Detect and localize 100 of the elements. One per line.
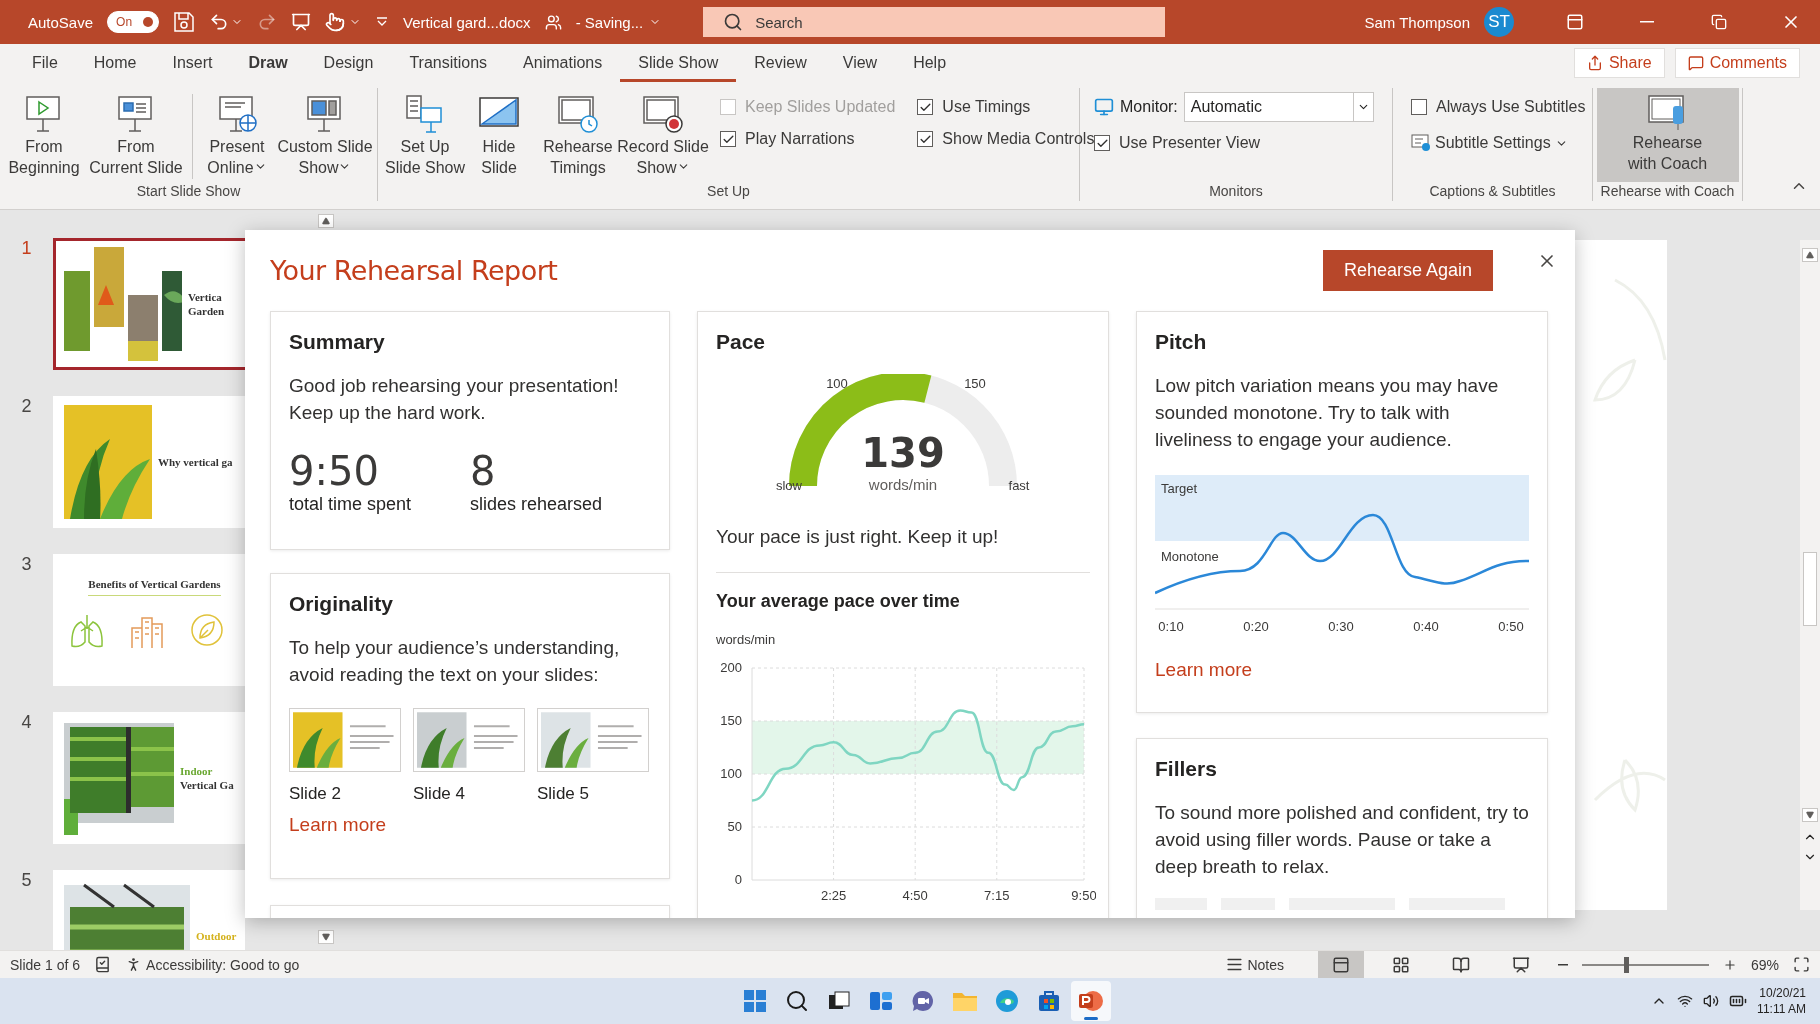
slide-number: 2 [20, 396, 33, 417]
dialog-title: Your Rehearsal Report [270, 255, 559, 286]
slide-thumbnail[interactable]: Indoor Vertical Ga [53, 712, 245, 844]
ribbon-button[interactable]: Hide Slide [472, 88, 526, 182]
wifi-icon[interactable] [1677, 993, 1694, 1009]
slide-title: Vertica [188, 290, 223, 304]
ribbon-tab[interactable]: Insert [154, 44, 231, 82]
slides-app-icon[interactable] [1077, 988, 1104, 1014]
ribbon-button[interactable]: From Current Slide [88, 88, 184, 182]
chat-icon[interactable] [910, 989, 935, 1013]
ribbon-button[interactable]: Set Up Slide Show [382, 88, 468, 182]
learn-more-link[interactable]: Learn more [1155, 659, 1253, 681]
ribbon-button[interactable]: Custom Slide Show [276, 88, 373, 182]
rehearse-with-coach-button[interactable]: Rehearse with Coach [1596, 88, 1739, 182]
slide-thumbnail[interactable]: Benefits of Vertical Gardens [53, 554, 245, 686]
zoom-in-icon[interactable] [1722, 957, 1737, 972]
slide-thumbnail[interactable]: Vertica Garden [53, 238, 245, 370]
monitor-dropdown[interactable]: Automatic [1183, 92, 1374, 122]
triangle-down-icon [322, 933, 330, 941]
share-button[interactable]: Share [1573, 48, 1665, 78]
tick-label: 0:40 [1413, 619, 1439, 634]
user-avatar[interactable]: ST [1484, 7, 1514, 37]
learn-more-link[interactable]: Learn more [289, 814, 387, 836]
ribbon-tab[interactable]: Home [75, 44, 155, 82]
gauge-label: 100 [826, 376, 848, 391]
notes-button[interactable]: Notes [1226, 956, 1284, 973]
ribbon-tab[interactable]: File [14, 44, 76, 82]
tick-label: 200 [720, 660, 742, 675]
stat-value: 9:50 [289, 448, 380, 494]
band-label: Target [1161, 481, 1198, 496]
triangle-up-icon [322, 217, 330, 225]
fillers-message: To sound more polished and confident, try to avoid using filler words. Pause or take a deep breath to relax. [1155, 801, 1529, 879]
subtitle-settings-button[interactable]: Subtitle Settings [1411, 134, 1568, 152]
tick-label: 7:15 [984, 888, 1010, 903]
checkbox[interactable]: Use Presenter View [1094, 134, 1261, 152]
ribbon-tab[interactable]: Transitions [391, 44, 506, 82]
tick-label: 0:30 [1328, 619, 1354, 634]
ribbon-tab[interactable]: Review [736, 44, 825, 82]
scroll-up-button[interactable] [1802, 248, 1818, 262]
tick-label: 0:10 [1158, 619, 1184, 634]
ribbon-button[interactable]: From Beginning [4, 88, 84, 182]
ribbon-tab[interactable]: View [824, 44, 896, 82]
slide-title: Indoor [180, 764, 214, 778]
scroll-up-button[interactable] [318, 214, 334, 228]
browser-icon[interactable] [994, 989, 1019, 1013]
group-label: Monitors [1208, 183, 1264, 201]
ribbon-tab[interactable]: Draw [230, 44, 306, 82]
rehearse-again-button[interactable]: Rehearse Again [1322, 250, 1493, 291]
slide-thumbnail[interactable] [289, 708, 401, 772]
ribbon-tab[interactable]: Animations [505, 44, 621, 82]
gauge-label: fast [1008, 478, 1030, 493]
group-label: Start Slide Show [135, 183, 242, 201]
start-icon[interactable] [742, 989, 767, 1013]
chart-title: Your average pace over time [716, 591, 961, 612]
band-label: Monotone [1161, 549, 1219, 564]
volume-icon[interactable] [1703, 993, 1720, 1009]
tick-label: 150 [720, 713, 742, 728]
slide-thumbnail[interactable]: Why vertical ga [53, 396, 245, 528]
ribbon-button[interactable]: Present Online [200, 88, 273, 182]
ribbon-tab[interactable]: Design [305, 44, 392, 82]
search-icon[interactable] [784, 989, 809, 1013]
comments-button[interactable]: Comments [1674, 48, 1800, 78]
slide-number: 4 [20, 712, 33, 733]
monitor-icon [1094, 97, 1114, 117]
fit-slide-icon[interactable] [1793, 956, 1810, 973]
presentation-icon[interactable] [291, 12, 312, 32]
slide-title: Garden [188, 304, 225, 318]
card-title: Summary [289, 330, 386, 354]
clock-date: 10/20/21 [1759, 985, 1806, 1001]
checkbox[interactable]: Play Narrations [720, 130, 896, 148]
ribbon-button[interactable]: Rehearse Timings [542, 88, 614, 182]
slide-thumbnail[interactable] [413, 708, 525, 772]
accessibility-status[interactable]: Accessibility: Good to go [146, 956, 300, 973]
checkbox[interactable]: Use Timings [917, 98, 1095, 116]
touch-icon[interactable] [325, 12, 346, 32]
file-name: Vertical gard...docx [403, 13, 531, 31]
view-button[interactable] [1317, 950, 1364, 979]
slide-title: Vertical Ga [180, 778, 234, 792]
save-icon[interactable] [173, 11, 196, 33]
zoom-out-icon[interactable] [1557, 963, 1568, 966]
slide-thumbnail[interactable] [537, 708, 649, 772]
stat-label: total time spent [289, 494, 413, 515]
scroll-down-button[interactable] [1802, 808, 1818, 822]
autosave-toggle[interactable]: On [107, 11, 160, 33]
user-name: Sam Thompson [1364, 13, 1470, 31]
zoom-level: 69% [1750, 956, 1779, 973]
slide-position: Slide 1 of 6 [10, 956, 81, 973]
search-field[interactable]: Search [703, 7, 1166, 37]
scroll-down-button[interactable] [318, 930, 334, 944]
spelling-icon[interactable] [94, 956, 112, 973]
widgets-icon[interactable] [868, 989, 893, 1013]
scroll-thumb[interactable] [1803, 552, 1817, 626]
ribbon-tab[interactable]: Help [895, 44, 965, 82]
store-icon[interactable] [1036, 989, 1061, 1013]
checkbox[interactable]: Show Media Controls [917, 130, 1095, 148]
ribbon-button[interactable]: Record Slide Show [618, 88, 708, 182]
autosave-label: AutoSave [28, 13, 94, 31]
gauge-label: 150 [964, 376, 986, 391]
checkbox[interactable]: Always Use Subtitles [1411, 98, 1586, 116]
slide-number: 3 [20, 554, 33, 575]
